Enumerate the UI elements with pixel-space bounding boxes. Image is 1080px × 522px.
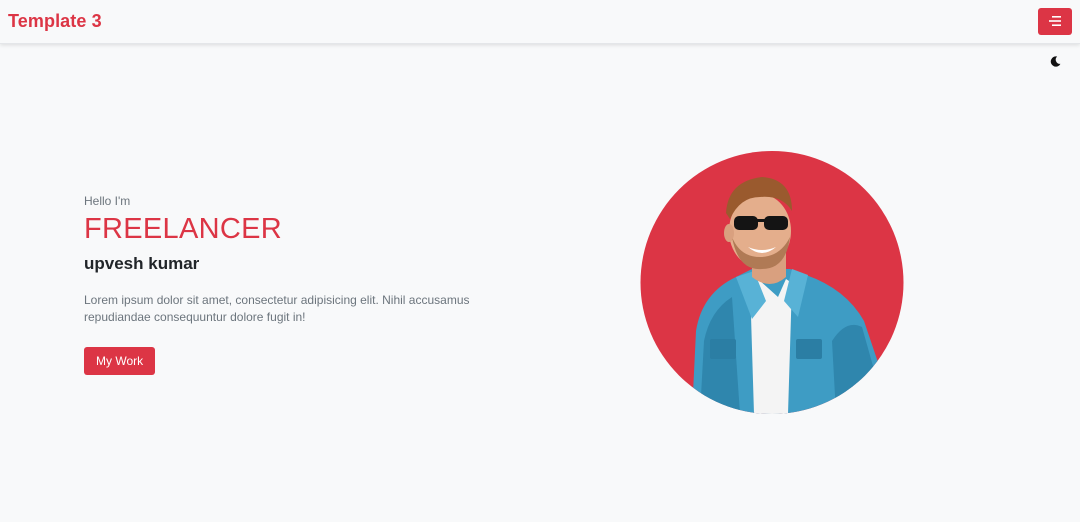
menu-lines-icon (1049, 14, 1061, 29)
profile-photo (640, 151, 904, 414)
brand-logo[interactable]: Template 3 (8, 11, 102, 32)
person-name: upvesh kumar (84, 253, 200, 273)
theme-toggle[interactable] (1048, 56, 1062, 70)
hero-section: Hello I'm FREELANCER upvesh kumar Lorem … (84, 194, 544, 375)
moon-icon (1050, 54, 1061, 72)
greeting-text: Hello I'm (84, 194, 131, 208)
my-work-button[interactable]: My Work (84, 346, 156, 375)
menu-toggle-button[interactable] (1038, 8, 1072, 35)
hero-description: Lorem ipsum dolor sit amet, consectetur … (84, 292, 470, 324)
navbar: Template 3 (0, 0, 1080, 44)
role-title: FREELANCER (84, 213, 282, 245)
